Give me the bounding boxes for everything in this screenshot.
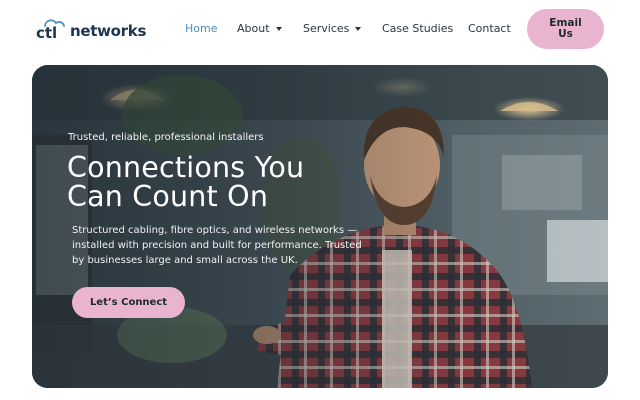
chevron-down-icon <box>275 26 282 31</box>
chevron-down-icon <box>355 26 362 31</box>
nav-services-label: Services <box>303 22 350 35</box>
nav-case-studies[interactable]: Case Studies <box>382 22 453 35</box>
hero-title: Connections You Can Count On <box>67 151 305 213</box>
lets-connect-button[interactable]: Let’s Connect <box>72 287 185 318</box>
nav-services[interactable]: Services <box>303 22 362 35</box>
nav-about-label: About <box>237 22 270 35</box>
hero-description: Structured cabling, fibre optics, and wi… <box>72 225 362 266</box>
hero-eyebrow: Trusted, reliable, professional installe… <box>68 132 264 143</box>
nav-contact[interactable]: Contact <box>468 22 511 35</box>
site-header: ctl networks Home About Services Case St… <box>0 0 640 58</box>
email-us-button[interactable]: Email Us <box>527 9 604 49</box>
hero-section: Trusted, reliable, professional installe… <box>32 65 608 388</box>
nav-about[interactable]: About <box>237 22 282 35</box>
nav-home[interactable]: Home <box>185 22 217 35</box>
